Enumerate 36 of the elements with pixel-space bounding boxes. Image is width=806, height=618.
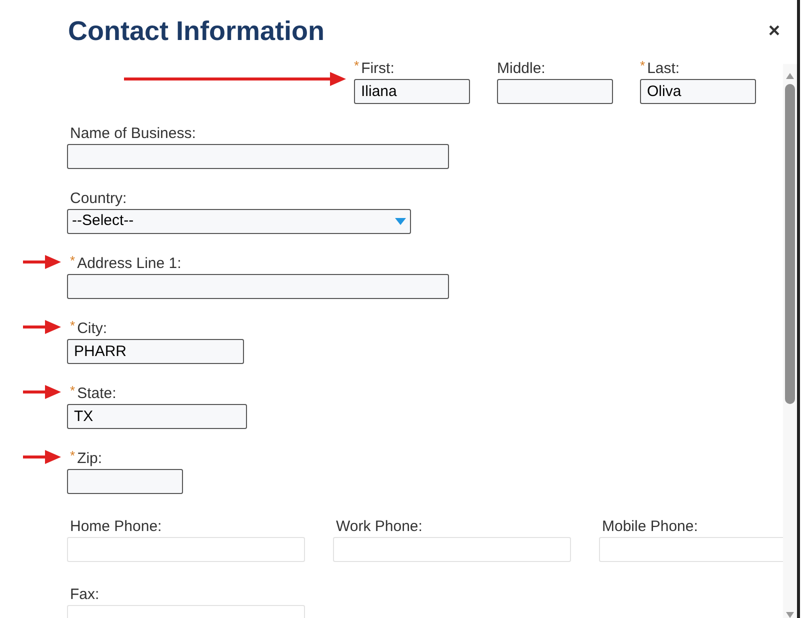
field-label: Name of Business: — [70, 126, 196, 141]
field-label: Middle: — [497, 61, 546, 76]
annotation-arrow — [23, 320, 61, 334]
required-mark: * — [70, 384, 76, 397]
field-label: Zip: — [77, 451, 102, 466]
field-label: First: — [361, 61, 394, 76]
input-field[interactable] — [67, 469, 183, 494]
dropdown-triangle-icon — [395, 218, 406, 225]
field-label: Country: — [70, 191, 127, 206]
input-field[interactable]: PHARR — [67, 339, 244, 364]
annotation-arrow — [23, 255, 61, 269]
input-field[interactable]: TX — [67, 404, 247, 429]
required-mark: * — [354, 59, 360, 72]
required-mark: * — [70, 319, 76, 332]
dialog-title: Contact Information — [68, 18, 324, 45]
required-mark: * — [640, 59, 646, 72]
scrollbar[interactable] — [783, 64, 797, 618]
input-field[interactable] — [67, 144, 449, 169]
input-field[interactable]: Oliva — [640, 79, 756, 104]
required-mark: * — [70, 449, 76, 462]
field-label: Fax: — [70, 587, 100, 602]
field-label: Last: — [647, 61, 680, 76]
field-label: State: — [77, 386, 116, 401]
input-field[interactable] — [67, 274, 449, 299]
field-label: Home Phone: — [70, 519, 162, 534]
field-label: Mobile Phone: — [602, 519, 698, 534]
input-field[interactable] — [497, 79, 613, 104]
input-field[interactable]: Iliana — [354, 79, 470, 104]
close-button[interactable]: × — [768, 21, 780, 41]
country-dropdown[interactable]: --Select-- — [67, 209, 411, 234]
field-label: Address Line 1: — [77, 256, 182, 271]
required-mark: * — [70, 254, 76, 267]
annotation-arrow — [23, 385, 61, 399]
annotation-arrow — [23, 450, 61, 464]
field-label: City: — [77, 321, 108, 336]
field-label: Work Phone: — [336, 519, 422, 534]
